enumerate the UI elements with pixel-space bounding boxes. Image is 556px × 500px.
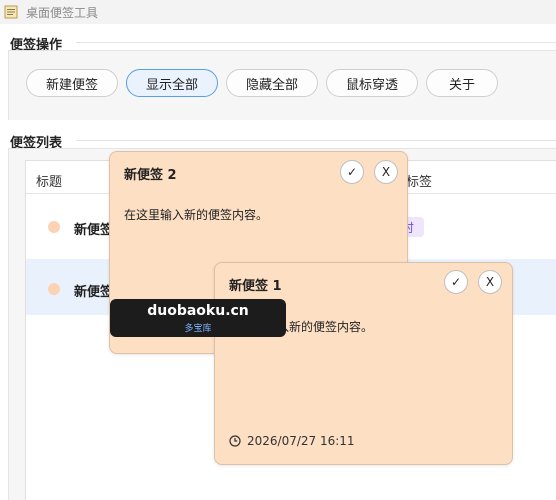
note-timestamp: 2026/07/27 16:11 [229, 434, 355, 448]
row-title: 新便签 [74, 223, 114, 238]
note-content[interactable]: 在这里输入新的便签内容。 [124, 206, 268, 223]
mouse-passthrough-button[interactable]: 鼠标穿透 [326, 69, 418, 97]
clock-icon [229, 435, 241, 447]
check-button[interactable]: ✓ [444, 270, 468, 294]
notepad-icon [4, 5, 18, 19]
title-bar[interactable]: 桌面便签工具 [0, 0, 556, 24]
note-timestamp-text: 2026/07/27 16:11 [247, 434, 355, 448]
note-title[interactable]: 新便签 2 [124, 164, 177, 183]
window-title: 桌面便签工具 [26, 5, 99, 20]
hide-all-button[interactable]: 隐藏全部 [226, 69, 318, 97]
check-button[interactable]: ✓ [340, 160, 364, 184]
row-title: 新便签 [74, 285, 114, 300]
close-button[interactable]: X [478, 270, 502, 294]
about-button[interactable]: 关于 [426, 69, 498, 97]
new-note-button[interactable]: 新建便签 [26, 69, 118, 97]
watermark: duobaoku.cn 多宝库 [110, 299, 286, 337]
close-button[interactable]: X [374, 160, 398, 184]
column-header-tag[interactable]: 标签 [406, 171, 432, 190]
list-divider [76, 140, 556, 141]
note-color-dot [48, 221, 60, 233]
watermark-subtitle: 多宝库 [184, 324, 212, 334]
operations-divider [76, 42, 556, 43]
note-title[interactable]: 新便签 1 [229, 275, 282, 294]
note-color-dot [48, 283, 60, 295]
sticky-note-1[interactable]: 新便签 1 ✓ X 在这里输入新的便签内容。 2026/07/27 16:11 [214, 262, 513, 465]
show-all-button[interactable]: 显示全部 [126, 69, 218, 97]
column-header-title[interactable]: 标题 [36, 171, 62, 190]
watermark-url: duobaoku.cn [147, 303, 249, 319]
